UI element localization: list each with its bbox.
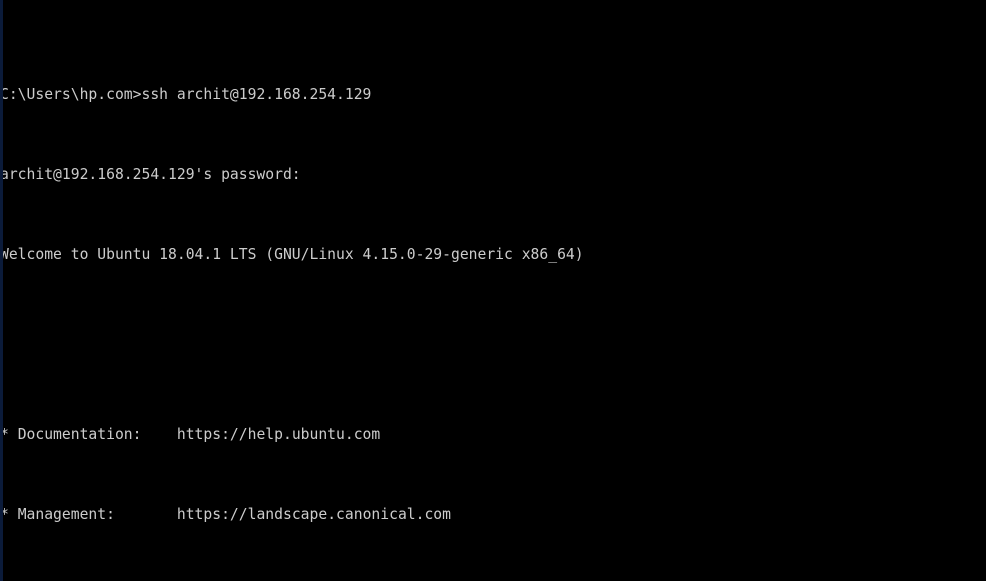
window-left-edge	[0, 0, 3, 581]
password-prompt: archit@192.168.254.129's password:	[0, 166, 301, 183]
line-documentation: * Documentation: https://help.ubuntu.com	[0, 425, 986, 445]
line-management: * Management: https://landscape.canonica…	[0, 505, 986, 525]
line-ssh-command: C:\Users\hp.com>ssh archit@192.168.254.1…	[0, 85, 986, 105]
documentation-label: Documentation:	[17, 426, 142, 443]
terminal-window[interactable]: C:\Users\hp.com>ssh archit@192.168.254.1…	[0, 0, 986, 581]
line-password-prompt: archit@192.168.254.129's password:	[0, 165, 986, 185]
management-url: https://landscape.canonical.com	[176, 506, 451, 523]
welcome-banner: Welcome to Ubuntu 18.04.1 LTS (GNU/Linux…	[0, 246, 584, 263]
documentation-url: https://help.ubuntu.com	[176, 426, 381, 443]
local-prompt: C:\Users\hp.com>	[0, 86, 142, 103]
ssh-command: ssh archit@192.168.254.129	[141, 86, 372, 103]
line-welcome: Welcome to Ubuntu 18.04.1 LTS (GNU/Linux…	[0, 245, 986, 265]
terminal-screen[interactable]: C:\Users\hp.com>ssh archit@192.168.254.1…	[0, 0, 986, 581]
management-label: Management:	[17, 506, 115, 523]
